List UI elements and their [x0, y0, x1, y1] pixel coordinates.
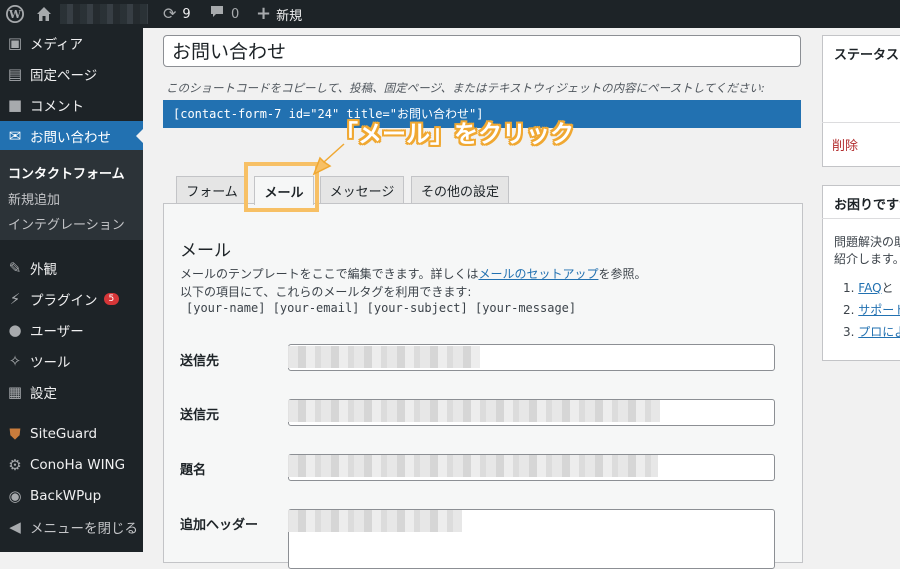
- media-icon: ▣: [7, 34, 23, 52]
- desc-prefix: メールのテンプレートをここで編集できます。詳しくは: [180, 267, 479, 281]
- refresh-icon: ⟳: [163, 4, 177, 23]
- help-link-faq[interactable]: 1. FAQと: [843, 279, 894, 296]
- mail-setup-link[interactable]: メールのセットアップ: [478, 267, 598, 281]
- sidebar-item-comments[interactable]: ■ コメント: [0, 90, 143, 120]
- status-divider: [822, 122, 900, 123]
- updates-count: 9: [182, 6, 191, 22]
- sidebar-item-label: プラグイン: [30, 293, 98, 309]
- sidebar-item-label: 固定ページ: [30, 68, 98, 84]
- backup-icon: ◉: [8, 487, 22, 505]
- submenu-integration[interactable]: インテグレーション: [8, 214, 125, 233]
- sidebar-item-appearance[interactable]: ✎ 外観: [0, 253, 143, 283]
- blurred-value: [288, 455, 658, 477]
- sidebar-item-label: メニューを閉じる: [30, 521, 138, 537]
- blurred-value: [288, 346, 480, 368]
- page-icon: ▤: [7, 65, 23, 83]
- new-content-item[interactable]: + 新規: [256, 0, 302, 28]
- sidebar-item-label: BackWPup: [30, 488, 102, 504]
- shortcode-hint: このショートコードをコピーして、投稿、固定ページ、またはテキストウィジェットの内…: [166, 81, 765, 95]
- sidebar-item-settings[interactable]: ▦ 設定: [0, 377, 143, 407]
- svg-text:W: W: [8, 8, 22, 21]
- help-link-pro[interactable]: 3. プロによ: [843, 323, 900, 340]
- field-label-from: 送信元: [180, 408, 220, 423]
- list-number: 3.: [843, 325, 855, 339]
- sidebar-item-tools[interactable]: ✧ ツール: [0, 346, 143, 376]
- sidebar-item-label: ConoHa WING: [30, 457, 126, 473]
- updates-item[interactable]: ⟳ 9: [163, 0, 191, 28]
- plugin-update-badge: 5: [103, 293, 120, 305]
- field-label-subject: 題名: [180, 463, 207, 478]
- delete-link[interactable]: 削除: [832, 135, 858, 154]
- sidebar-item-label: 外観: [30, 262, 57, 278]
- sidebar-item-users[interactable]: ● ユーザー: [0, 315, 143, 345]
- tab-form[interactable]: フォーム: [176, 176, 248, 204]
- mail-panel-title: メール: [180, 241, 231, 261]
- sidebar-item-backwpup[interactable]: ◉ BackWPup: [0, 481, 143, 511]
- help-box-title: お困りですか: [834, 198, 900, 213]
- field-label-additional-headers: 追加ヘッダー: [180, 518, 259, 533]
- tab-messages[interactable]: メッセージ: [320, 176, 404, 204]
- collapse-menu-button[interactable]: ◀ メニューを閉じる: [0, 512, 143, 542]
- admin-bar: W ⟳ 9 0 + 新規: [0, 0, 900, 28]
- sidebar-item-plugins[interactable]: ⚡ プラグイン 5: [0, 284, 143, 314]
- submenu-contact-forms[interactable]: コンタクトフォーム: [8, 163, 125, 182]
- faq-link-text[interactable]: FAQ: [858, 281, 881, 295]
- plus-icon: +: [256, 3, 272, 24]
- tab-additional-settings[interactable]: その他の設定: [411, 176, 509, 204]
- help-link-support[interactable]: 2. サポート: [843, 301, 900, 318]
- list-number: 1.: [843, 281, 855, 295]
- admin-sidebar: ▣ メディア ▤ 固定ページ ■ コメント ✉ お問い合わせ コンタクトフォーム…: [0, 28, 143, 552]
- comments-item[interactable]: 0: [210, 0, 239, 28]
- collapse-icon: ◀: [9, 518, 21, 536]
- list-number: 2.: [843, 303, 855, 317]
- mail-icon: ✉: [8, 127, 22, 145]
- settings-icon: ▦: [7, 383, 23, 401]
- sidebar-item-pages[interactable]: ▤ 固定ページ: [0, 59, 143, 89]
- contact-submenu: コンタクトフォーム 新規追加 インテグレーション: [0, 150, 143, 240]
- sidebar-item-label: コメント: [30, 99, 84, 115]
- user-icon: ●: [8, 321, 22, 339]
- help-divider: [822, 218, 900, 219]
- sidebar-item-label: お問い合わせ: [30, 130, 111, 146]
- sidebar-item-siteguard[interactable]: ⛊ SiteGuard: [0, 419, 143, 449]
- comments-count: 0: [231, 6, 240, 22]
- form-title-input[interactable]: お問い合わせ: [163, 35, 801, 67]
- support-link-text[interactable]: サポート: [858, 303, 900, 317]
- tool-icon: ✧: [8, 352, 22, 370]
- sidebar-item-label: SiteGuard: [30, 426, 98, 442]
- sidebar-item-label: 設定: [30, 386, 57, 402]
- pro-link-text[interactable]: プロによ: [858, 325, 900, 339]
- site-name-blurred[interactable]: [60, 4, 148, 24]
- wordpress-logo-icon[interactable]: W: [6, 0, 24, 28]
- sidebar-item-contact[interactable]: ✉ お問い合わせ: [0, 121, 143, 151]
- desc-suffix: を参照。: [598, 267, 647, 281]
- gear-icon: ⚙: [8, 456, 22, 474]
- help-text-line1: 問題解決の助: [834, 235, 900, 249]
- blurred-value: [288, 510, 462, 532]
- comment-icon: ■: [7, 96, 23, 114]
- new-label: 新規: [276, 8, 303, 24]
- sidebar-item-label: ユーザー: [30, 324, 84, 340]
- comment-bubble-icon: [210, 5, 224, 23]
- link-suffix: と: [881, 281, 894, 295]
- mail-description-line2: 以下の項目にて、これらのメールタグを利用できます:: [180, 285, 472, 299]
- sidebar-item-media[interactable]: ▣ メディア: [0, 28, 143, 58]
- tab-mail[interactable]: メール: [254, 176, 314, 205]
- field-label-to: 送信先: [180, 354, 220, 369]
- sidebar-item-conoha[interactable]: ⚙ ConoHa WING: [0, 450, 143, 480]
- status-box-title: ステータス: [834, 48, 900, 63]
- help-text-line2: 紹介します。: [834, 252, 900, 266]
- appearance-icon: ✎: [8, 259, 22, 277]
- sidebar-item-label: メディア: [30, 37, 84, 53]
- sidebar-item-label: ツール: [30, 355, 71, 371]
- submenu-add-new[interactable]: 新規追加: [8, 189, 60, 208]
- click-mail-annotation: 「メール」をクリック: [334, 120, 574, 148]
- shield-icon: ⛊: [9, 425, 21, 443]
- mail-tags: [your-name] [your-email] [your-subject] …: [186, 301, 577, 315]
- blurred-value: [288, 400, 660, 422]
- plugin-icon: ⚡: [9, 290, 21, 308]
- mail-description-line1: メールのテンプレートをここで編集できます。詳しくはメールのセットアップを参照。: [180, 265, 646, 282]
- home-icon[interactable]: [36, 0, 52, 28]
